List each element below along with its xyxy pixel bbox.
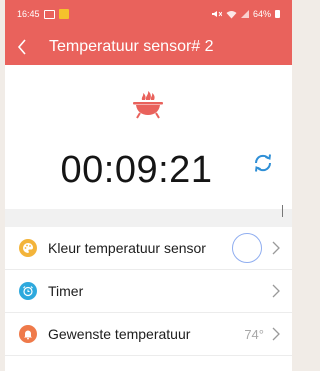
mute-icon [211, 11, 222, 17]
grill-flame-icon [133, 91, 163, 119]
signal-icon [240, 10, 249, 18]
sensor-color-label: Kleur temperatuur sensor [48, 240, 206, 256]
refresh-icon[interactable] [251, 151, 275, 175]
chevron-left-icon [17, 38, 26, 55]
alarm-clock-icon [19, 282, 37, 300]
app-bar: Temperatuur sensor# 2 [5, 28, 292, 65]
status-bar: 16:45 m n 64% [5, 0, 292, 28]
section-divider [5, 209, 292, 227]
target-temperature-value: 74° [244, 326, 264, 342]
timer-panel: 00:09:21 [5, 65, 292, 217]
chevron-right-icon [272, 327, 280, 341]
elapsed-timer: 00:09:21 [5, 149, 292, 192]
target-temperature-label: Gewenste temperatuur [48, 326, 191, 342]
message-icon: m [43, 9, 55, 19]
list-item-sensor-color[interactable]: Kleur temperatuur sensor [5, 227, 292, 270]
battery-icon [275, 10, 280, 18]
page-title: Temperatuur sensor# 2 [49, 37, 214, 55]
palette-icon [19, 239, 37, 257]
selected-color-swatch[interactable] [232, 233, 262, 263]
timer-value: 00:09:21 [60, 149, 213, 191]
timer-label: Timer [48, 283, 84, 299]
status-time: 16:45 [17, 9, 40, 19]
back-button[interactable] [17, 37, 31, 57]
wifi-icon [226, 10, 237, 18]
scroll-indicator [282, 205, 283, 217]
battery-percentage: 64% [252, 9, 271, 19]
list-item-target-temperature[interactable]: Gewenste temperatuur 74° [5, 313, 292, 356]
bell-icon [19, 325, 37, 343]
chevron-right-icon [272, 284, 280, 298]
list-item-timer[interactable]: Timer [5, 270, 292, 313]
settings-list: Kleur temperatuur sensor Timer Gewenste … [5, 227, 292, 356]
app-screen: 16:45 m n 64% Temperatuur sensor# 2 [5, 0, 292, 371]
chevron-right-icon [272, 241, 280, 255]
notification-icon: n [58, 9, 69, 19]
